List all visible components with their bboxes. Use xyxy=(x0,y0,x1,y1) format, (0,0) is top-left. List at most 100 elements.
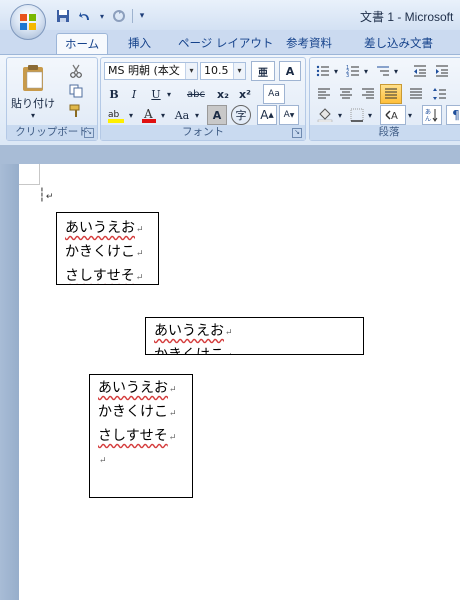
tab-mailings[interactable]: 差し込み文書 xyxy=(356,33,441,54)
font-size-value: 10.5 xyxy=(204,64,229,77)
multilevel-list-icon[interactable] xyxy=(374,62,392,80)
textbox1-line2: かきくけこ xyxy=(65,244,135,260)
paste-label: 貼り付け xyxy=(11,96,55,110)
justify-icon[interactable] xyxy=(380,84,402,104)
svg-text:ん: ん xyxy=(425,116,431,122)
text-box-1[interactable]: あいうえお↵ かきくけこ↵ さしすせそ↵ xyxy=(56,212,159,285)
font-name-value: MS 明朝 (本文 xyxy=(108,64,180,77)
highlight-dropdown-icon[interactable]: ▾ xyxy=(127,106,135,124)
font-name-dropdown-icon[interactable]: ▾ xyxy=(185,63,197,79)
tab-home[interactable]: ホーム xyxy=(56,33,109,55)
textbox2-line2: かきくけこ xyxy=(154,347,224,355)
change-case-dropdown-icon[interactable]: ▾ xyxy=(193,106,201,124)
text-box-2[interactable]: あいうえお↵ かきくけこ↵ xyxy=(145,317,364,355)
shrink-font-button[interactable]: A ▼ xyxy=(279,105,299,125)
paragraph-group-label: 段落 xyxy=(310,125,460,140)
font-group-label: フォント xyxy=(101,125,305,140)
text-box-3[interactable]: あいうえお↵ かきくけこ↵ さしすせそ↵ ↵ xyxy=(89,374,193,498)
shading-dropdown-icon[interactable]: ▾ xyxy=(336,106,344,124)
enclose-char-button[interactable]: 字 xyxy=(231,105,251,125)
shading-icon[interactable] xyxy=(314,106,336,124)
undo-dropdown-icon[interactable]: ▾ xyxy=(98,7,106,25)
font-color-icon[interactable]: A xyxy=(139,106,159,124)
change-case-button[interactable]: Aa xyxy=(171,106,193,124)
highlight-icon[interactable]: ab xyxy=(105,106,127,124)
customize-qat-icon[interactable]: ▾ xyxy=(137,7,147,25)
tab-references[interactable]: 参考資料 xyxy=(278,33,340,54)
paragraph-mark-icon: ↵ xyxy=(136,225,144,235)
sort-icon[interactable]: あん xyxy=(422,105,442,125)
textbox2-line1: あいうえお xyxy=(154,323,224,339)
clipboard-group: 貼り付け ▾ クリップボード ↘ xyxy=(6,57,98,141)
subscript-button[interactable]: x₂ xyxy=(213,85,233,103)
svg-text:3: 3 xyxy=(346,73,349,78)
distributed-icon[interactable] xyxy=(406,85,426,103)
ribbon: 貼り付け ▾ クリップボード ↘ MS 明朝 (本文 ▾ 10.5 ▾ 亜 A … xyxy=(0,54,460,146)
borders-dropdown-icon[interactable]: ▾ xyxy=(366,106,374,124)
save-icon[interactable] xyxy=(54,7,72,25)
window-title: 文書 1 - Microsoft xyxy=(360,10,454,24)
cut-icon[interactable] xyxy=(65,62,87,80)
underline-dropdown-icon[interactable]: ▾ xyxy=(165,85,173,103)
font-size-combo[interactable]: 10.5 ▾ xyxy=(200,62,246,80)
char-shading-button[interactable]: A xyxy=(207,105,227,125)
office-button[interactable] xyxy=(10,4,46,40)
underline-button[interactable]: U xyxy=(147,85,165,103)
office-logo-icon xyxy=(19,13,37,31)
copy-icon[interactable] xyxy=(65,82,87,100)
show-marks-icon[interactable]: ¶ xyxy=(446,105,460,125)
clipboard-launcher-icon[interactable]: ↘ xyxy=(84,128,94,138)
bullets-dropdown-icon[interactable]: ▾ xyxy=(332,62,340,80)
paste-dropdown-icon: ▾ xyxy=(30,110,35,120)
redo-icon[interactable] xyxy=(110,7,128,25)
page-corner-mark xyxy=(19,164,40,185)
numbering-dropdown-icon[interactable]: ▾ xyxy=(362,62,370,80)
char-border-button[interactable]: A xyxy=(279,61,301,81)
strikethrough-button[interactable]: abc xyxy=(181,85,211,103)
paragraph-mark-icon: ↵ xyxy=(225,328,233,338)
paste-button[interactable]: 貼り付け ▾ xyxy=(11,60,55,122)
grow-font-button[interactable]: A ▲ xyxy=(257,105,277,125)
font-group: MS 明朝 (本文 ▾ 10.5 ▾ 亜 A B I U ▾ abc x₂ x²… xyxy=(100,57,306,141)
italic-button[interactable]: I xyxy=(125,85,143,103)
line-spacing-icon[interactable] xyxy=(430,85,450,103)
tab-page-layout[interactable]: ページ レイアウト xyxy=(170,33,281,54)
align-left-icon[interactable] xyxy=(314,85,334,103)
decrease-indent-icon[interactable] xyxy=(410,62,430,80)
bullets-icon[interactable] xyxy=(314,62,332,80)
paragraph-mark-icon: ↵ xyxy=(169,385,177,395)
text-direction-icon[interactable]: A xyxy=(380,105,406,125)
paragraph-mark-icon: ↵ xyxy=(169,409,177,419)
increase-indent-icon[interactable] xyxy=(432,62,452,80)
superscript-button[interactable]: x² xyxy=(235,85,255,103)
align-center-icon[interactable] xyxy=(336,85,356,103)
align-right-icon[interactable] xyxy=(358,85,378,103)
font-name-combo[interactable]: MS 明朝 (本文 ▾ xyxy=(104,62,198,80)
multilevel-dropdown-icon[interactable]: ▾ xyxy=(392,62,400,80)
tab-insert[interactable]: 挿入 xyxy=(120,33,159,54)
textbox1-line1: あいうえお xyxy=(65,220,135,236)
borders-icon[interactable] xyxy=(348,106,366,124)
quick-access-toolbar: ▾ ▾ xyxy=(54,6,147,26)
svg-text:A: A xyxy=(143,107,153,121)
svg-text:A: A xyxy=(391,111,398,121)
font-launcher-icon[interactable]: ↘ xyxy=(292,128,302,138)
title-bar: ▾ ▾ 文書 1 - Microsoft xyxy=(0,0,460,30)
ribbon-tabs: ホーム 挿入 ページ レイアウト 参考資料 差し込み文書 xyxy=(0,30,460,55)
textbox1-line3: さしすせそ xyxy=(65,268,135,284)
document-margin-left xyxy=(0,164,19,600)
paragraph-mark-icon: ↵ xyxy=(168,433,177,443)
text-direction-dropdown-icon[interactable]: ▾ xyxy=(406,106,414,124)
numbering-icon[interactable]: 123 xyxy=(344,62,362,80)
font-dialog-icon[interactable]: 亜 xyxy=(251,61,275,81)
paragraph-mark-icon: ↵ xyxy=(136,249,144,259)
paragraph-mark-icon: ↵ xyxy=(135,273,144,283)
bold-button[interactable]: B xyxy=(105,85,123,103)
format-painter-icon[interactable] xyxy=(65,102,87,120)
paste-icon xyxy=(23,64,43,91)
clear-format-button[interactable]: Aa xyxy=(263,84,285,104)
undo-icon[interactable] xyxy=(76,7,94,25)
font-color-dropdown-icon[interactable]: ▾ xyxy=(159,106,167,124)
font-size-dropdown-icon[interactable]: ▾ xyxy=(233,63,245,79)
svg-text:ab: ab xyxy=(108,110,120,120)
